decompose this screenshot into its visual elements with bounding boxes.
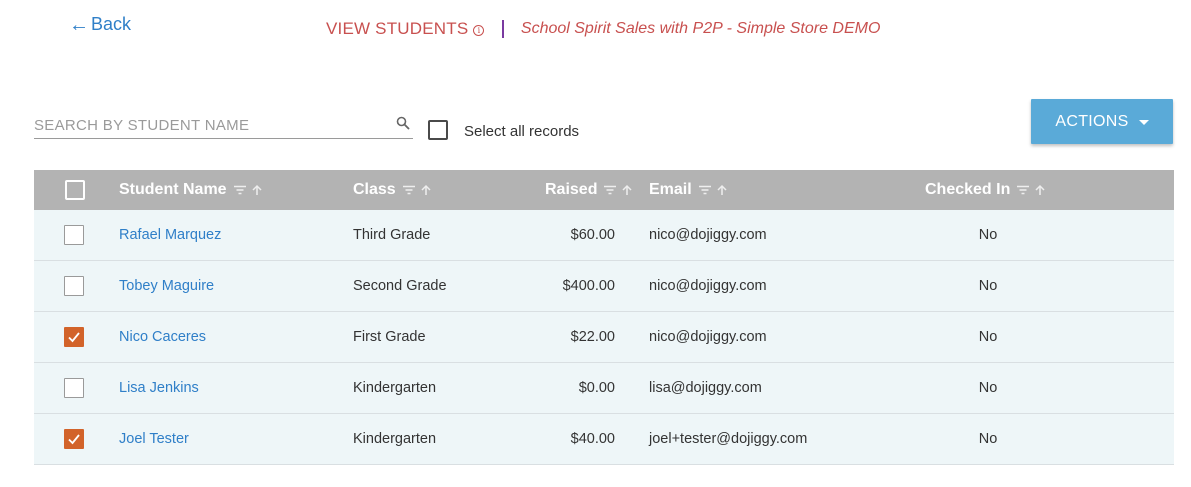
table-row: Nico Caceres First Grade $22.00 nico@doj… bbox=[34, 312, 1174, 363]
row-checkbox[interactable] bbox=[64, 378, 84, 398]
student-raised: $40.00 bbox=[570, 431, 615, 447]
row-select-cell bbox=[64, 312, 84, 362]
column-label-raised: Raised bbox=[545, 181, 598, 198]
student-raised: $0.00 bbox=[578, 380, 615, 396]
student-email: joel+tester@dojiggy.com bbox=[649, 431, 808, 447]
student-name-link[interactable]: Tobey Maguire bbox=[119, 261, 214, 311]
check-icon bbox=[68, 434, 80, 445]
student-email: nico@dojiggy.com bbox=[649, 278, 767, 294]
table-row: Lisa Jenkins Kindergarten $0.00 lisa@doj… bbox=[34, 363, 1174, 414]
page-header: VIEW STUDENTS i School Spirit Sales with… bbox=[326, 19, 880, 39]
column-header-email[interactable]: Email bbox=[649, 170, 728, 210]
table-header: Student Name Class Raised Email Checked … bbox=[34, 170, 1174, 210]
arrow-up-icon[interactable] bbox=[251, 184, 263, 196]
table-row: Tobey Maguire Second Grade $400.00 nico@… bbox=[34, 261, 1174, 312]
column-header-name[interactable]: Student Name bbox=[119, 170, 263, 210]
column-header-class[interactable]: Class bbox=[353, 170, 432, 210]
actions-button[interactable]: ACTIONS bbox=[1031, 99, 1173, 144]
event-name: School Spirit Sales with P2P - Simple St… bbox=[520, 20, 881, 37]
student-class: Second Grade bbox=[353, 278, 447, 294]
row-select-cell bbox=[64, 210, 84, 260]
student-class: Kindergarten bbox=[353, 380, 437, 396]
search-field bbox=[34, 112, 413, 139]
table-row: Joel Tester Kindergarten $40.00 joel+tes… bbox=[34, 414, 1174, 465]
student-name-link[interactable]: Joel Tester bbox=[119, 414, 189, 464]
column-label-checked-in: Checked In bbox=[925, 181, 1011, 198]
student-raised: $60.00 bbox=[570, 227, 615, 243]
header-divider bbox=[502, 20, 504, 38]
student-class: First Grade bbox=[353, 329, 426, 345]
select-all-label: Select all records bbox=[464, 123, 580, 140]
back-link[interactable]: ← Back bbox=[69, 14, 131, 35]
student-email: lisa@dojiggy.com bbox=[649, 380, 762, 396]
filter-lines-icon[interactable] bbox=[233, 185, 247, 195]
column-label-class: Class bbox=[353, 181, 396, 198]
student-name-link[interactable]: Rafael Marquez bbox=[119, 210, 221, 260]
column-label-name: Student Name bbox=[119, 181, 227, 198]
arrow-up-icon[interactable] bbox=[1034, 184, 1046, 196]
select-all-checkbox[interactable] bbox=[428, 119, 448, 140]
info-icon[interactable]: i bbox=[473, 24, 485, 36]
column-header-checked-in[interactable]: Checked In bbox=[925, 170, 1046, 210]
student-class: Third Grade bbox=[353, 227, 431, 243]
student-raised: $22.00 bbox=[570, 329, 615, 345]
header-select-all[interactable] bbox=[65, 170, 85, 210]
student-checked-in: No bbox=[978, 431, 998, 447]
back-label: Back bbox=[91, 14, 132, 34]
student-raised: $400.00 bbox=[562, 278, 615, 294]
student-checked-in: No bbox=[978, 380, 998, 396]
arrow-up-icon[interactable] bbox=[621, 184, 633, 196]
student-checked-in: No bbox=[978, 329, 998, 345]
student-class: Kindergarten bbox=[353, 431, 437, 447]
filter-lines-icon[interactable] bbox=[1016, 185, 1030, 195]
student-checked-in: No bbox=[978, 227, 998, 243]
column-label-email: Email bbox=[649, 181, 692, 198]
row-checkbox[interactable] bbox=[64, 429, 84, 449]
students-table: Student Name Class Raised Email Checked … bbox=[34, 170, 1174, 465]
row-select-cell bbox=[64, 363, 84, 413]
student-email: nico@dojiggy.com bbox=[649, 227, 767, 243]
filter-lines-icon[interactable] bbox=[698, 185, 712, 195]
student-checked-in: No bbox=[978, 278, 998, 294]
header-checkbox[interactable] bbox=[65, 180, 85, 200]
row-select-cell bbox=[64, 414, 84, 464]
arrow-up-icon[interactable] bbox=[420, 184, 432, 196]
actions-label: ACTIONS bbox=[1055, 112, 1129, 130]
filter-lines-icon[interactable] bbox=[402, 185, 416, 195]
row-select-cell bbox=[64, 261, 84, 311]
select-all[interactable]: Select all records bbox=[428, 119, 579, 140]
caret-down-icon bbox=[1138, 120, 1149, 125]
table-body: Rafael Marquez Third Grade $60.00 nico@d… bbox=[34, 210, 1174, 465]
check-icon bbox=[68, 332, 80, 343]
student-email: nico@dojiggy.com bbox=[649, 329, 767, 345]
filter-lines-icon[interactable] bbox=[603, 185, 617, 195]
row-checkbox[interactable] bbox=[64, 327, 84, 347]
column-header-raised[interactable]: Raised bbox=[545, 170, 633, 210]
table-row: Rafael Marquez Third Grade $60.00 nico@d… bbox=[34, 210, 1174, 261]
student-name-link[interactable]: Nico Caceres bbox=[119, 312, 206, 362]
student-name-link[interactable]: Lisa Jenkins bbox=[119, 363, 199, 413]
row-checkbox[interactable] bbox=[64, 225, 84, 245]
page-title: VIEW STUDENTS bbox=[326, 19, 469, 38]
row-checkbox[interactable] bbox=[64, 276, 84, 296]
arrow-up-icon[interactable] bbox=[716, 184, 728, 196]
search-icon[interactable] bbox=[396, 116, 410, 130]
search-input[interactable] bbox=[34, 112, 413, 138]
arrow-left-icon: ← bbox=[69, 13, 89, 36]
